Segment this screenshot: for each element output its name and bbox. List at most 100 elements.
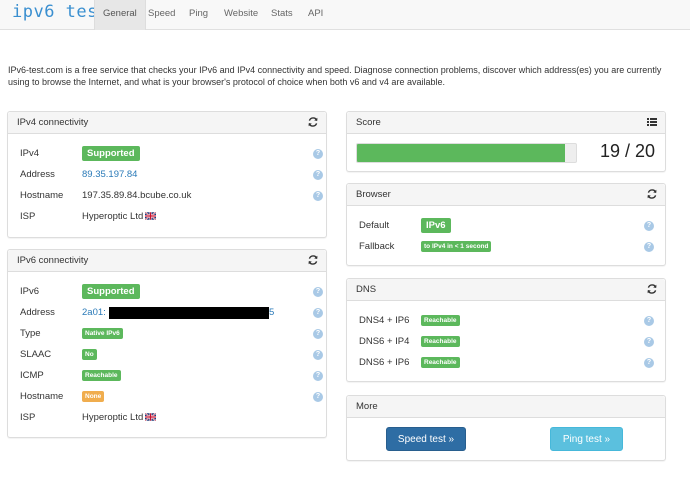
tab-general[interactable]: General: [94, 0, 146, 30]
ipv6-supported-badge: Supported: [82, 284, 140, 299]
ipv6-panel-title: IPv6 connectivity: [17, 255, 89, 266]
score-progress-bar: [356, 143, 577, 163]
refresh-icon[interactable]: [307, 116, 319, 128]
ipv6-row-hostname: Hostname None ?: [20, 389, 323, 405]
help-icon[interactable]: ?: [313, 392, 323, 402]
help-icon[interactable]: ?: [313, 308, 323, 318]
browser-panel-title: Browser: [356, 189, 391, 200]
ipv6-panel: IPv6 connectivity IPv6 Supported ? Addre…: [7, 249, 327, 438]
ipv4-address-link[interactable]: 89.35.197.84: [82, 167, 137, 183]
ipv4-row-hostname: Hostname 197.35.89.84.bcube.co.uk ?: [20, 188, 323, 204]
speed-test-button[interactable]: Speed test »: [386, 427, 466, 451]
help-icon[interactable]: ?: [313, 329, 323, 339]
ipv6-type-label: Type: [20, 328, 41, 339]
browser-fallback-badge: to IPv4 in < 1 second: [421, 240, 492, 252]
help-icon[interactable]: ?: [313, 350, 323, 360]
help-icon[interactable]: ?: [313, 170, 323, 180]
ipv4-supported-badge: Supported: [82, 146, 140, 161]
help-icon[interactable]: ?: [644, 221, 654, 231]
dns-6-6-label: DNS6 + IP6: [359, 357, 410, 368]
help-icon[interactable]: ?: [313, 287, 323, 297]
tab-stats[interactable]: Stats: [263, 0, 301, 30]
browser-panel: Browser Default IPv6 ? Fallback to IPv4 …: [346, 183, 666, 266]
more-panel: More Speed test » Ping test »: [346, 395, 666, 461]
help-icon[interactable]: ?: [313, 149, 323, 159]
score-panel: Score 19 / 20: [346, 111, 666, 172]
icmp-badge: Reachable: [82, 369, 121, 381]
browser-default-badge: IPv6: [421, 218, 451, 233]
more-panel-heading: More: [347, 396, 665, 418]
browser-row-fallback: Fallback to IPv4 in < 1 second ?: [359, 239, 659, 255]
refresh-icon[interactable]: [307, 254, 319, 266]
ipv6-row-icmp: ICMP Reachable ?: [20, 368, 323, 384]
ipv6-slaac-label: SLAAC: [20, 349, 52, 360]
ipv4-isp-label: ISP: [20, 211, 36, 222]
top-navbar: ipv6 test General Speed Ping Website Sta…: [0, 0, 690, 30]
ipv6-row-slaac: SLAAC No ?: [20, 347, 323, 363]
dns-row-4-6: DNS4 + IP6 Reachable ?: [359, 313, 659, 329]
intro-text: IPv6-test.com is a free service that che…: [8, 65, 662, 87]
score-progress-fill: [357, 144, 566, 162]
score-value: 19 / 20: [599, 141, 655, 161]
score-panel-title: Score: [356, 117, 381, 128]
ipv6-isp-value: Hyperoptic Ltd: [82, 412, 144, 423]
ipv4-row-address: Address 89.35.197.84 ?: [20, 167, 323, 183]
tab-website[interactable]: Website: [216, 0, 266, 30]
ipv4-panel-heading: IPv4 connectivity: [8, 112, 326, 134]
ipv4-row-isp: ISP Hyperoptic Ltd: [20, 209, 320, 225]
dns-panel-heading: DNS: [347, 279, 665, 301]
redacted-block: [109, 307, 269, 319]
uk-flag-icon: [145, 212, 156, 220]
ipv4-hostname-label: Hostname: [20, 190, 64, 201]
help-icon[interactable]: ?: [313, 191, 323, 201]
dns-6-4-badge: Reachable: [421, 335, 460, 347]
ipv6-row-address: Address 2a01: 5 ?: [20, 305, 323, 321]
ipv6-status-label: IPv6: [20, 286, 40, 297]
ipv6-address-label: Address: [20, 307, 55, 318]
more-panel-title: More: [356, 401, 378, 412]
ipv4-panel-title: IPv4 connectivity: [17, 117, 89, 128]
dns-6-4-label: DNS6 + IP4: [359, 336, 410, 347]
ping-test-button[interactable]: Ping test »: [550, 427, 623, 451]
slaac-badge: No: [82, 348, 97, 360]
help-icon[interactable]: ?: [644, 358, 654, 368]
ipv6-row-type: Type Native IPv6 ?: [20, 326, 323, 342]
hostname-none-badge: None: [82, 390, 105, 402]
browser-row-default: Default IPv6 ?: [359, 218, 659, 234]
ipv6-row-status: IPv6 Supported ?: [20, 284, 323, 300]
dns-4-6-badge: Reachable: [421, 314, 460, 326]
dns-row-6-4: DNS6 + IP4 Reachable ?: [359, 334, 659, 350]
dns-4-6-label: DNS4 + IP6: [359, 315, 410, 326]
dns-6-6-badge: Reachable: [421, 356, 460, 368]
help-icon[interactable]: ?: [644, 337, 654, 347]
refresh-icon[interactable]: [646, 283, 658, 295]
ipv4-panel: IPv4 connectivity IPv4 Supported ? Addre…: [7, 111, 327, 238]
ipv4-row-status: IPv4 Supported ?: [20, 146, 323, 162]
ipv6-hostname-label: Hostname: [20, 391, 64, 402]
tab-ping[interactable]: Ping: [181, 0, 216, 30]
help-icon[interactable]: ?: [644, 316, 654, 326]
browser-fallback-label: Fallback: [359, 241, 395, 252]
ipv6-icmp-label: ICMP: [20, 370, 44, 381]
help-icon[interactable]: ?: [644, 242, 654, 252]
ipv6-address-link[interactable]: 2a01:: [82, 305, 106, 321]
score-panel-heading: Score: [347, 112, 665, 134]
ipv6-address-suffix: 5: [269, 307, 275, 318]
native-ipv6-badge: Native IPv6: [82, 327, 123, 339]
ipv4-status-label: IPv4: [20, 148, 40, 159]
list-icon[interactable]: [646, 116, 658, 128]
browser-panel-heading: Browser: [347, 184, 665, 206]
dns-row-6-6: DNS6 + IP6 Reachable ?: [359, 355, 659, 371]
ipv4-hostname-value: 197.35.89.84.bcube.co.uk: [82, 190, 192, 201]
help-icon[interactable]: ?: [313, 371, 323, 381]
tab-speed[interactable]: Speed: [140, 0, 183, 30]
refresh-icon[interactable]: [646, 188, 658, 200]
ipv6-panel-heading: IPv6 connectivity: [8, 250, 326, 272]
browser-default-label: Default: [359, 220, 390, 231]
ipv6-row-isp: ISP Hyperoptic Ltd: [20, 410, 320, 426]
uk-flag-icon: [145, 413, 156, 421]
ipv6-isp-label: ISP: [20, 412, 36, 423]
dns-panel-title: DNS: [356, 284, 377, 295]
ipv4-isp-value: Hyperoptic Ltd: [82, 211, 144, 222]
tab-api[interactable]: API: [300, 0, 331, 30]
